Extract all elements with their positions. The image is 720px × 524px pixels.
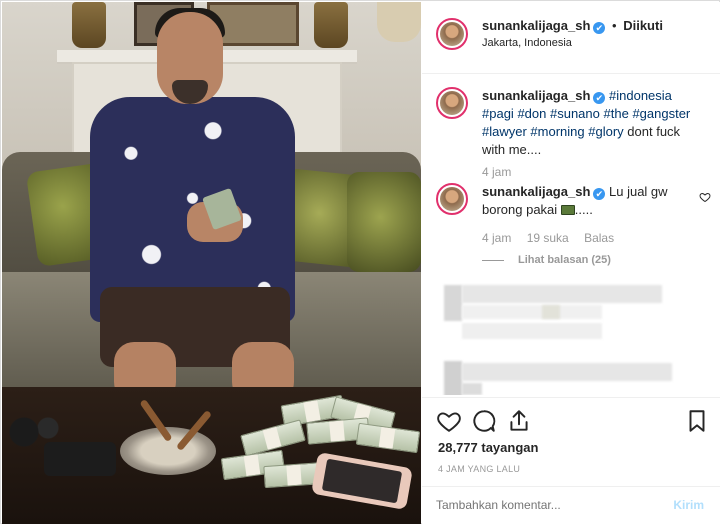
post-comment-button[interactable]: Kirim — [673, 498, 704, 512]
blurred-comment — [462, 285, 662, 303]
verified-badge-icon: ✔ — [593, 92, 606, 104]
phone — [44, 442, 116, 476]
heart-icon[interactable] — [436, 408, 462, 434]
comment-text: sunankalijaga_sh ✔ Lu jual gw borong paka… — [482, 183, 678, 219]
share-icon[interactable] — [506, 408, 532, 434]
comment-likes[interactable]: 19 suka — [527, 231, 569, 245]
post-actions: 28,777 tayangan 4 JAM YANG LALU Kirim — [422, 397, 720, 524]
reply-button[interactable]: Balas — [584, 231, 614, 245]
avatar[interactable] — [436, 87, 468, 119]
hashtag-link[interactable]: #morning — [530, 124, 584, 139]
comments-area[interactable]: sunankalijaga_sh ✔ #indonesia #pagi #don … — [422, 75, 720, 395]
hashtag-link[interactable]: #gangster — [632, 106, 690, 121]
separator-dot: • — [612, 18, 617, 33]
hashtag-link[interactable]: #the — [604, 106, 629, 121]
post-video[interactable] — [2, 2, 421, 524]
comment-body-tail: ..... — [574, 202, 593, 217]
add-comment-bar: Kirim — [422, 486, 720, 524]
blurred-comment — [462, 323, 602, 339]
bookmark-icon[interactable] — [684, 408, 710, 434]
verified-badge-icon: ✔ — [593, 22, 606, 34]
comment-input[interactable] — [436, 498, 656, 512]
blurred-avatar — [444, 285, 462, 321]
view-count[interactable]: 28,777 tayangan — [438, 440, 538, 455]
avatar[interactable] — [436, 183, 468, 215]
comment-time[interactable]: 4 jam — [482, 231, 511, 245]
pillow — [347, 172, 421, 272]
heart-outline-icon[interactable] — [699, 191, 711, 203]
caption-text: sunankalijaga_sh ✔ #indonesia #pagi #don … — [482, 87, 696, 159]
hashtag-link[interactable]: #indonesia — [609, 88, 672, 103]
header-user-line: sunankalijaga_sh ✔ • Diikuti — [482, 18, 663, 34]
instagram-post-frame: sunankalijaga_sh ✔ • Diikuti Jakarta, Ind… — [0, 0, 720, 524]
hashtag-link[interactable]: #sunano — [550, 106, 600, 121]
follow-status-button[interactable]: Diikuti — [623, 18, 663, 33]
blurred-comment — [542, 305, 560, 319]
username-link[interactable]: sunankalijaga_sh — [482, 184, 590, 199]
hashtag-link[interactable]: #lawyer — [482, 124, 527, 139]
caption: sunankalijaga_sh ✔ #indonesia #pagi #don … — [436, 87, 711, 179]
post-header: sunankalijaga_sh ✔ • Diikuti Jakarta, Ind… — [422, 2, 720, 74]
lamp-shade — [377, 2, 421, 42]
location-link[interactable]: Jakarta, Indonesia — [482, 37, 572, 49]
post-sidebar: sunankalijaga_sh ✔ • Diikuti Jakarta, Ind… — [422, 2, 720, 524]
candlestick — [72, 2, 106, 48]
blurred-comment — [462, 383, 482, 395]
blurred-comment — [462, 363, 672, 381]
blurred-avatar — [444, 361, 462, 395]
avatar[interactable] — [436, 18, 468, 50]
money-bill-icon — [560, 205, 575, 215]
hashtag-link[interactable]: #don — [517, 106, 546, 121]
comment-icon[interactable] — [471, 408, 497, 434]
post-timestamp[interactable]: 4 JAM YANG LALU — [438, 464, 520, 474]
verified-badge-icon: ✔ — [593, 188, 606, 200]
hashtag-link[interactable]: #glory — [588, 124, 623, 139]
username-link[interactable]: sunankalijaga_sh — [482, 18, 590, 33]
username-link[interactable]: sunankalijaga_sh — [482, 88, 590, 103]
hashtag-link[interactable]: #pagi — [482, 106, 514, 121]
caption-meta: 4 jam — [482, 165, 523, 179]
comment: sunankalijaga_sh ✔ Lu jual gw borong paka… — [436, 183, 711, 273]
candlestick — [314, 2, 348, 48]
view-replies-button[interactable]: Lihat balasan (25) — [482, 254, 611, 266]
caption-time[interactable]: 4 jam — [482, 165, 511, 179]
comment-meta: 4 jam 19 suka Balas — [482, 231, 626, 245]
blurred-comment — [462, 305, 602, 319]
